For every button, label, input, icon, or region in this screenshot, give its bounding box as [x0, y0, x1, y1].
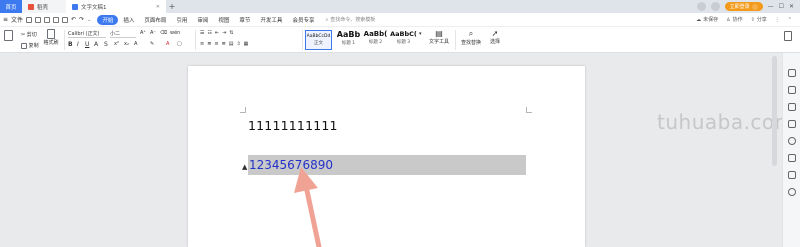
pen-icon[interactable]	[788, 86, 796, 94]
right-sidebar	[782, 53, 800, 247]
style-panel-icon[interactable]	[788, 69, 796, 77]
vertical-scrollbar[interactable]	[772, 56, 777, 166]
adjust-icon[interactable]	[788, 103, 796, 111]
location-icon[interactable]	[788, 188, 796, 196]
share-panel-icon[interactable]	[788, 154, 796, 162]
cursor-tool-icon[interactable]	[788, 120, 796, 128]
backup-icon[interactable]	[788, 171, 796, 179]
help-icon[interactable]	[788, 137, 796, 145]
